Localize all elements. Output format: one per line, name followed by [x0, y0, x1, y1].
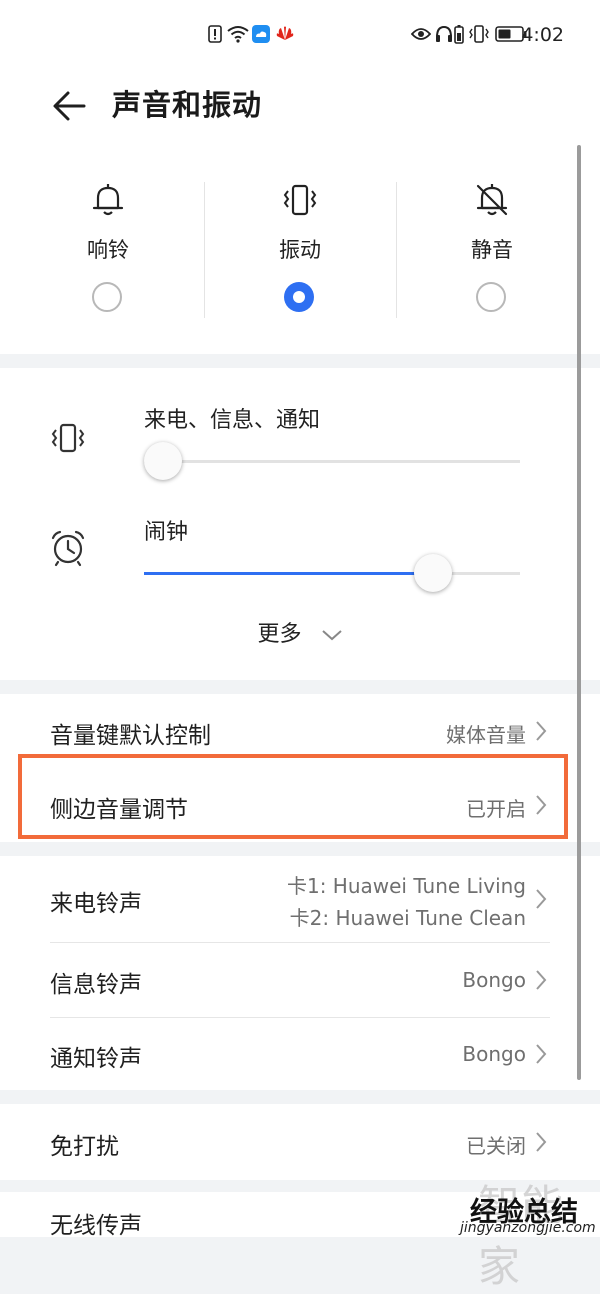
- bell-off-icon: [472, 180, 512, 220]
- mode-ring-label: 响铃: [87, 238, 129, 262]
- watermark-url: jingyanzongjie.com: [460, 1220, 596, 1236]
- mode-ring-radio[interactable]: [92, 282, 122, 312]
- cloud-icon: [251, 22, 271, 46]
- ringtone-value-sim2: 卡2: Huawei Tune Clean: [289, 906, 526, 930]
- highlight-box: [18, 754, 568, 839]
- page-title: 声音和振动: [112, 88, 263, 122]
- back-button[interactable]: [48, 84, 92, 128]
- dnd-label: 免打扰: [50, 1134, 119, 1160]
- chevron-right-icon: [536, 970, 547, 990]
- chevron-right-icon: [536, 1044, 547, 1064]
- message-tone-value: Bongo: [462, 968, 526, 992]
- dnd-row[interactable]: 免打扰 已关闭: [0, 1104, 600, 1180]
- battery-saver-icon: [452, 22, 466, 46]
- status-time: 4:02: [521, 24, 564, 46]
- huawei-logo-icon: [274, 22, 296, 46]
- ringtone-label: 来电铃声: [50, 891, 142, 917]
- ring-volume-thumb[interactable]: [144, 442, 182, 480]
- alarm-volume-fill: [144, 572, 434, 575]
- notification-tone-label: 通知铃声: [50, 1046, 142, 1072]
- volume-card: 来电、信息、通知 闹钟 更多: [0, 368, 600, 680]
- wireless-label: 无线传声: [50, 1213, 142, 1239]
- vibrate-icon: [48, 418, 88, 462]
- more-toggle[interactable]: 更多: [0, 616, 600, 648]
- message-tone-label: 信息铃声: [50, 972, 142, 998]
- mode-silent-radio[interactable]: [476, 282, 506, 312]
- ring-volume-slider[interactable]: [144, 442, 520, 480]
- eye-icon: [410, 22, 432, 46]
- chevron-right-icon: [536, 889, 547, 909]
- notification-tone-value: Bongo: [462, 1042, 526, 1066]
- chevron-right-icon: [536, 721, 547, 741]
- mode-vibrate-label: 振动: [279, 238, 321, 262]
- volume-key-value: 媒体音量: [446, 723, 526, 747]
- scrollbar[interactable]: [577, 145, 581, 1080]
- status-bar: 4:02: [0, 0, 600, 70]
- chevron-right-icon: [536, 1132, 547, 1152]
- alert-icon: [206, 22, 224, 46]
- alarm-volume-thumb[interactable]: [414, 554, 453, 592]
- back-arrow-icon: [53, 91, 86, 121]
- alarm-volume-slider[interactable]: [144, 554, 520, 592]
- dnd-card: 免打扰 已关闭: [0, 1104, 600, 1180]
- wifi-icon: [226, 22, 250, 46]
- dnd-value: 已关闭: [466, 1134, 526, 1158]
- mode-vibrate[interactable]: 振动: [204, 154, 396, 354]
- bell-icon: [88, 180, 128, 220]
- message-tone-row[interactable]: 信息铃声 Bongo: [0, 943, 600, 1017]
- vibrate-icon: [280, 180, 320, 220]
- mode-vibrate-radio[interactable]: [284, 282, 314, 312]
- chevron-down-icon: [321, 630, 342, 641]
- ringtone-value-sim1: 卡1: Huawei Tune Living: [286, 874, 526, 898]
- mode-silent-label: 静音: [471, 238, 513, 262]
- headphones-icon: [434, 22, 454, 46]
- more-label: 更多: [257, 622, 302, 647]
- volume-key-label: 音量键默认控制: [50, 723, 211, 749]
- ring-volume-label: 来电、信息、通知: [144, 408, 321, 433]
- notification-tone-row[interactable]: 通知铃声 Bongo: [0, 1018, 600, 1090]
- mode-ring[interactable]: 响铃: [12, 154, 204, 354]
- vibrate-icon: [468, 22, 490, 46]
- sound-mode-selector: 响铃 振动 静音: [0, 154, 600, 354]
- app-header: 声音和振动: [0, 70, 600, 154]
- alarm-clock-icon: [48, 528, 88, 572]
- ringtone-card: 来电铃声 卡1: Huawei Tune Living 卡2: Huawei T…: [0, 856, 600, 1090]
- mode-silent[interactable]: 静音: [396, 154, 588, 354]
- alarm-volume-label: 闹钟: [144, 520, 189, 545]
- ringtone-row[interactable]: 来电铃声 卡1: Huawei Tune Living 卡2: Huawei T…: [0, 856, 600, 942]
